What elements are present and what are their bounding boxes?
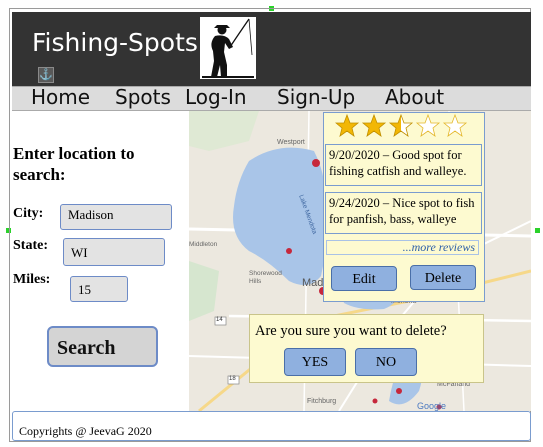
- map-label-madison: Mad: [302, 277, 324, 289]
- empty-star-icon: [415, 113, 441, 137]
- city-input[interactable]: Madison: [60, 204, 172, 230]
- search-button-label: Search: [57, 337, 116, 359]
- yes-button[interactable]: YES: [284, 348, 346, 376]
- no-button[interactable]: NO: [355, 348, 417, 376]
- nav-item-spots[interactable]: Spots: [115, 85, 171, 109]
- review-item: 9/24/2020 – Nice spot to fish for panfis…: [325, 192, 482, 234]
- star-icon: [361, 113, 387, 137]
- search-button[interactable]: Search: [47, 326, 158, 367]
- resize-handle-right[interactable]: [535, 228, 540, 233]
- search-prompt: Enter location to search:: [13, 144, 135, 184]
- road-sign-18: 18: [229, 376, 236, 382]
- city-label: City:: [13, 206, 44, 221]
- nav-bar: Home Spots Log-In Sign-Up About: [12, 85, 531, 111]
- nav-item-signup[interactable]: Sign-Up: [277, 85, 355, 109]
- delete-button[interactable]: Delete: [410, 265, 476, 290]
- edit-button[interactable]: Edit: [331, 266, 397, 291]
- header-bar: Fishing-Spots: [12, 12, 531, 86]
- map-google-logo: Google: [417, 401, 447, 411]
- rating-stars: [335, 113, 475, 141]
- fisherman-logo-icon: [200, 17, 256, 79]
- nav-item-about[interactable]: About: [385, 85, 444, 109]
- more-reviews-link[interactable]: ...more reviews: [326, 240, 479, 255]
- star-icon: [335, 113, 360, 137]
- half-star-icon: [388, 113, 414, 137]
- anchor-icon: ⚓: [38, 67, 54, 83]
- nav-item-login[interactable]: Log-In: [185, 85, 247, 109]
- miles-input[interactable]: 15: [70, 276, 128, 302]
- review-text: 9/24/2020 – Nice spot to fish for panfis…: [329, 196, 475, 226]
- review-item: 9/20/2020 – Good spot for fishing catfis…: [325, 144, 482, 186]
- empty-star-icon: [442, 113, 468, 137]
- map-label-westport: Westport: [277, 139, 305, 146]
- confirm-message: Are you sure you want to delete?: [255, 323, 447, 339]
- miles-label: Miles:: [13, 272, 51, 287]
- site-title: Fishing-Spots: [32, 28, 198, 57]
- footer-copyright: Copyrights @ JeevaG 2020: [19, 424, 152, 438]
- state-label: State:: [13, 238, 48, 253]
- road-sign-14: 14: [216, 317, 223, 323]
- map-label-middleton: Middleton: [189, 241, 218, 248]
- map-label-fitchburg: Fitchburg: [307, 398, 337, 405]
- nav-item-home[interactable]: Home: [31, 85, 90, 109]
- map-label-shorewood-hills: Shorewood Hills: [249, 270, 282, 285]
- state-input[interactable]: WI: [63, 238, 165, 266]
